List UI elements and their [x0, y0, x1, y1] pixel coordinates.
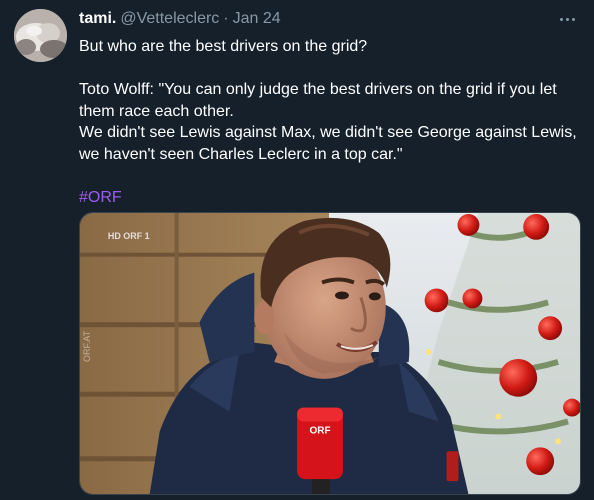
- hashtag-link[interactable]: #ORF: [79, 189, 122, 206]
- broadcast-logo: HD ORF 1: [108, 231, 150, 241]
- photo-canvas: ORF HD ORF 1 ORF.AT: [80, 213, 580, 494]
- author-display-name[interactable]: tami.: [79, 10, 116, 27]
- tweet-date[interactable]: Jan 24: [233, 10, 281, 27]
- tweet-text: But who are the best drivers on the grid…: [79, 36, 584, 208]
- mic-label: ORF: [310, 425, 331, 436]
- author-handle[interactable]: @Vetteleclerc: [120, 10, 219, 27]
- tweet-media-photo[interactable]: ORF HD ORF 1 ORF.AT: [79, 212, 581, 495]
- avatar[interactable]: [14, 9, 67, 62]
- separator-dot: ·: [223, 10, 229, 27]
- tweet[interactable]: tami. @Vetteleclerc · Jan 24 But who are th…: [0, 0, 594, 500]
- tweet-line: We didn't see Lewis against Max, we didn…: [79, 124, 577, 163]
- tweet-line: But who are the best drivers on the grid…: [79, 38, 368, 55]
- tweet-line: Toto Wolff: "You can only judge the best…: [79, 81, 557, 120]
- more-horizontal-icon[interactable]: [556, 10, 578, 28]
- side-watermark: ORF.AT: [82, 330, 92, 362]
- avatar-image: [14, 9, 67, 62]
- tweet-header: tami. @Vetteleclerc · Jan 24: [79, 9, 281, 29]
